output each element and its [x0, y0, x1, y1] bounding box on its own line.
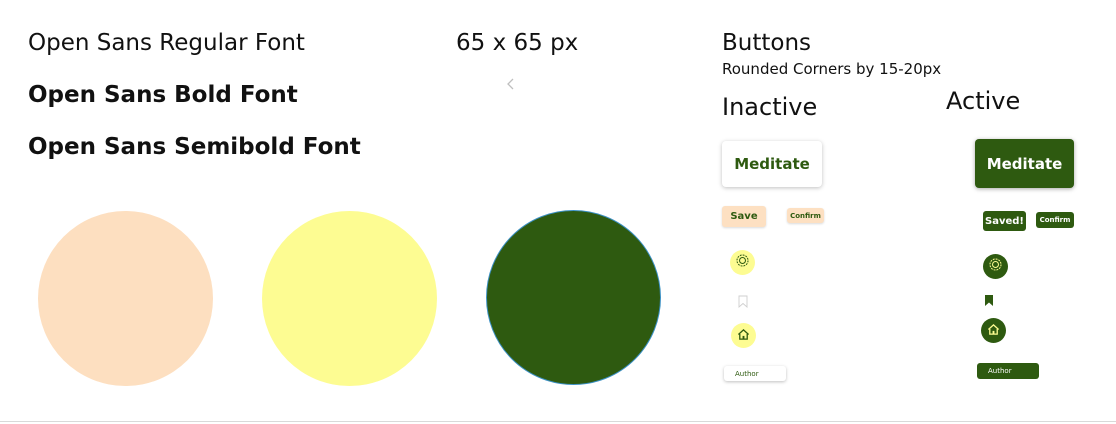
- divider: [0, 421, 1116, 422]
- font-sample-semibold: Open Sans Semibold Font: [28, 134, 361, 160]
- buttons-subtitle: Rounded Corners by 15-20px: [722, 60, 942, 78]
- size-label: 65 x 65 px: [456, 30, 579, 56]
- settings-button-active[interactable]: [983, 254, 1008, 279]
- home-icon: [737, 326, 750, 345]
- save-button-inactive[interactable]: Save: [722, 206, 766, 227]
- meditate-button-inactive[interactable]: Meditate: [722, 141, 822, 187]
- confirm-button-inactive[interactable]: Confirm: [787, 208, 824, 223]
- inactive-heading: Inactive: [722, 93, 818, 121]
- swatch-peach: [38, 211, 213, 386]
- gear-icon: [734, 252, 751, 273]
- home-icon: [987, 321, 1000, 340]
- author-button-active[interactable]: Author: [977, 363, 1039, 379]
- chevron-left-icon[interactable]: [504, 76, 518, 92]
- swatch-light-yellow: [262, 211, 437, 386]
- bookmark-icon[interactable]: [984, 292, 994, 306]
- settings-button-inactive[interactable]: [730, 250, 755, 275]
- font-sample-bold: Open Sans Bold Font: [28, 82, 298, 108]
- home-button-inactive[interactable]: [731, 323, 756, 348]
- buttons-heading: Buttons: [722, 30, 812, 56]
- confirm-button-active[interactable]: Confirm: [1036, 212, 1074, 228]
- home-button-active[interactable]: [981, 318, 1006, 343]
- font-sample-regular: Open Sans Regular Font: [28, 30, 305, 56]
- meditate-button-active[interactable]: Meditate: [975, 139, 1074, 188]
- author-button-inactive[interactable]: Author: [724, 366, 786, 381]
- swatch-dark-green: [486, 210, 661, 385]
- saved-button-active[interactable]: Saved!: [983, 211, 1026, 231]
- active-heading: Active: [946, 87, 1021, 115]
- bookmark-icon[interactable]: [738, 293, 748, 308]
- gear-icon: [987, 256, 1004, 277]
